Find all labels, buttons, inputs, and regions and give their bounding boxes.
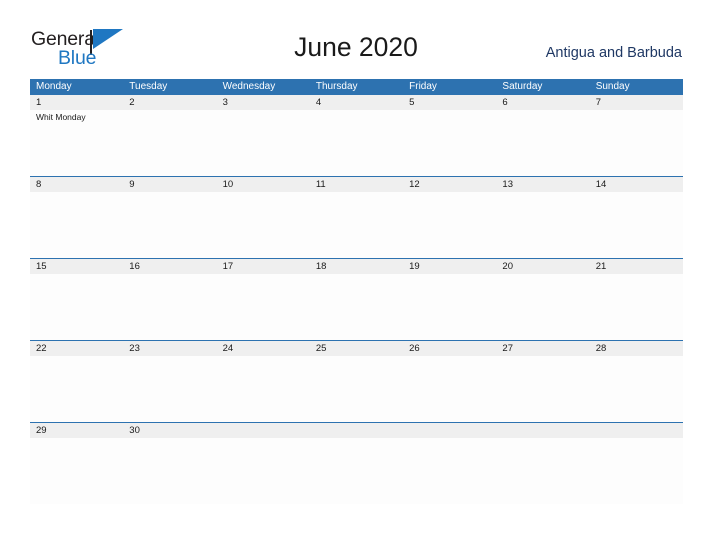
day-cell[interactable] xyxy=(310,192,403,258)
day-cell[interactable] xyxy=(30,274,123,340)
day-cell[interactable]: Whit Monday xyxy=(30,110,123,176)
day-number[interactable]: 7 xyxy=(590,95,683,110)
day-number[interactable]: 26 xyxy=(403,341,496,356)
day-cell[interactable] xyxy=(217,274,310,340)
weekday-header-thursday: Thursday xyxy=(315,81,358,92)
day-number[interactable]: 27 xyxy=(496,341,589,356)
day-number[interactable]: 21 xyxy=(590,259,683,274)
day-event-label: Whit Monday xyxy=(36,112,86,122)
day-cell[interactable] xyxy=(496,438,589,504)
day-cell[interactable] xyxy=(496,356,589,422)
day-cell[interactable] xyxy=(590,274,683,340)
day-number[interactable]: 28 xyxy=(590,341,683,356)
day-cell[interactable] xyxy=(123,274,216,340)
calendar-grid: Monday Tuesday Wednesday Thursday Friday… xyxy=(30,79,683,504)
calendar-week-row: 8 9 10 11 12 13 14 xyxy=(30,176,683,258)
day-number[interactable]: 14 xyxy=(590,177,683,192)
day-cell[interactable] xyxy=(217,438,310,504)
country-label: Antigua and Barbuda xyxy=(545,45,682,61)
day-number[interactable] xyxy=(590,423,683,438)
day-cell[interactable] xyxy=(403,438,496,504)
week-event-band xyxy=(30,438,683,504)
week-date-band: 15 16 17 18 19 20 21 xyxy=(30,259,683,274)
day-cell[interactable] xyxy=(123,356,216,422)
day-number[interactable]: 18 xyxy=(310,259,403,274)
day-number[interactable]: 19 xyxy=(403,259,496,274)
day-number[interactable]: 11 xyxy=(310,177,403,192)
day-cell[interactable] xyxy=(590,438,683,504)
week-event-band xyxy=(30,274,683,340)
day-number[interactable] xyxy=(310,423,403,438)
calendar-week-row: 15 16 17 18 19 20 21 xyxy=(30,258,683,340)
day-cell[interactable] xyxy=(30,356,123,422)
day-number[interactable]: 2 xyxy=(123,95,216,110)
day-number[interactable] xyxy=(403,423,496,438)
day-number[interactable]: 1 xyxy=(30,95,123,110)
calendar-week-row: 29 30 xyxy=(30,422,683,504)
day-cell[interactable] xyxy=(403,356,496,422)
week-event-band xyxy=(30,192,683,258)
day-cell[interactable] xyxy=(217,192,310,258)
weekday-header-tuesday: Tuesday xyxy=(129,81,168,92)
day-number[interactable]: 17 xyxy=(217,259,310,274)
day-number[interactable]: 24 xyxy=(217,341,310,356)
day-number[interactable]: 6 xyxy=(496,95,589,110)
day-number[interactable]: 13 xyxy=(496,177,589,192)
day-cell[interactable] xyxy=(310,110,403,176)
day-number[interactable] xyxy=(217,423,310,438)
day-number[interactable]: 5 xyxy=(403,95,496,110)
day-number[interactable]: 30 xyxy=(123,423,216,438)
day-cell[interactable] xyxy=(217,110,310,176)
calendar-weeks: 1 2 3 4 5 6 7 Whit Monday 8 9 10 11 12 13 14 15 16 17 18 19… xyxy=(30,95,683,504)
week-event-band xyxy=(30,356,683,422)
day-number[interactable]: 16 xyxy=(123,259,216,274)
calendar-week-row: 22 23 24 25 26 27 28 xyxy=(30,340,683,422)
week-date-band: 22 23 24 25 26 27 28 xyxy=(30,341,683,356)
day-number[interactable]: 8 xyxy=(30,177,123,192)
day-cell[interactable] xyxy=(403,274,496,340)
day-cell[interactable] xyxy=(496,110,589,176)
day-cell[interactable] xyxy=(590,356,683,422)
weekday-header-wednesday: Wednesday xyxy=(222,81,276,92)
weekday-header-friday: Friday xyxy=(409,81,437,92)
day-cell[interactable] xyxy=(590,110,683,176)
day-cell[interactable] xyxy=(30,438,123,504)
day-cell[interactable] xyxy=(217,356,310,422)
day-cell[interactable] xyxy=(30,192,123,258)
week-date-band: 29 30 xyxy=(30,423,683,438)
day-number[interactable]: 20 xyxy=(496,259,589,274)
week-date-band: 8 9 10 11 12 13 14 xyxy=(30,177,683,192)
day-cell[interactable] xyxy=(310,274,403,340)
day-cell[interactable] xyxy=(310,356,403,422)
day-cell[interactable] xyxy=(496,274,589,340)
weekday-header-monday: Monday xyxy=(36,81,72,92)
day-number[interactable]: 10 xyxy=(217,177,310,192)
day-cell[interactable] xyxy=(403,110,496,176)
calendar-week-row: 1 2 3 4 5 6 7 Whit Monday xyxy=(30,95,683,176)
day-number[interactable]: 12 xyxy=(403,177,496,192)
weekday-header-row: Monday Tuesday Wednesday Thursday Friday… xyxy=(30,79,683,95)
day-cell[interactable] xyxy=(123,438,216,504)
week-event-band: Whit Monday xyxy=(30,110,683,176)
day-cell[interactable] xyxy=(123,192,216,258)
weekday-header-saturday: Saturday xyxy=(502,81,543,92)
day-number[interactable]: 25 xyxy=(310,341,403,356)
day-number[interactable]: 9 xyxy=(123,177,216,192)
day-cell[interactable] xyxy=(123,110,216,176)
day-cell[interactable] xyxy=(590,192,683,258)
day-number[interactable]: 4 xyxy=(310,95,403,110)
day-number[interactable]: 22 xyxy=(30,341,123,356)
day-number[interactable]: 29 xyxy=(30,423,123,438)
day-number[interactable]: 15 xyxy=(30,259,123,274)
day-number[interactable]: 23 xyxy=(123,341,216,356)
day-number[interactable] xyxy=(496,423,589,438)
day-cell[interactable] xyxy=(496,192,589,258)
day-number[interactable]: 3 xyxy=(217,95,310,110)
calendar-page: General Blue June 2020 Antigua and Barbu… xyxy=(0,0,712,550)
weekday-header-sunday: Sunday xyxy=(595,81,630,92)
page-header: General Blue June 2020 Antigua and Barbu… xyxy=(0,0,712,78)
week-date-band: 1234567 xyxy=(30,95,683,110)
day-cell[interactable] xyxy=(310,438,403,504)
day-cell[interactable] xyxy=(403,192,496,258)
